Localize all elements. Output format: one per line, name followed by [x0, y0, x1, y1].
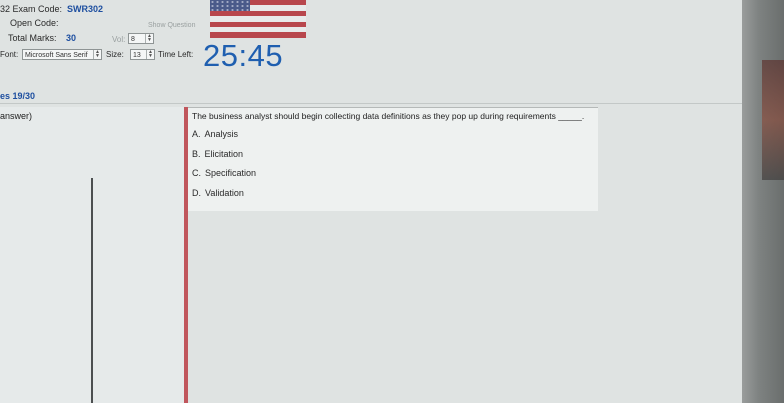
total-marks-value: 30 [66, 33, 77, 43]
vol-label: Vol: [112, 35, 126, 44]
option-letter: B. [192, 149, 201, 159]
question-panel-border [188, 107, 598, 108]
time-left-label: Time Left: [158, 50, 194, 59]
divider [0, 103, 742, 104]
spin-arrows-icon[interactable]: ▲ ▼ [146, 50, 154, 59]
spin-arrows-icon[interactable]: ▲ ▼ [145, 34, 153, 43]
total-marks-label: Total Marks: [8, 33, 57, 43]
spin-arrows-icon[interactable]: ▲ ▼ [93, 50, 101, 59]
exam-code-value: SWR302 [67, 4, 104, 14]
option-text: Validation [205, 188, 244, 198]
option-text: Analysis [204, 129, 239, 139]
question-progress: es 19/30 [0, 91, 36, 101]
option-letter: C. [192, 168, 201, 178]
open-code-label: Open Code: [10, 18, 59, 28]
option-letter: A. [192, 129, 201, 139]
option-c[interactable]: C. Specification [192, 168, 256, 178]
us-flag-icon [210, 0, 306, 38]
show-question-button[interactable]: Show Question [148, 22, 195, 29]
question-text: The business analyst should begin collec… [192, 111, 585, 121]
size-value: 13 [133, 52, 141, 59]
size-stepper[interactable]: 13 ▲ ▼ [130, 49, 155, 60]
option-text: Elicitation [204, 149, 244, 159]
question-panel [188, 107, 598, 211]
option-a[interactable]: A. Analysis [192, 129, 238, 139]
option-d[interactable]: D. Validation [192, 188, 244, 198]
exam-code-label: 32 Exam Code: [0, 4, 63, 14]
font-label: Font: [0, 50, 19, 59]
countdown-timer: 25:45 [203, 38, 284, 73]
size-label: Size: [106, 50, 124, 59]
answer-panel-label: answer) [0, 111, 33, 121]
exam-window: 32 Exam Code: SWR302 Open Code: Show Que… [0, 0, 742, 403]
option-text: Specification [205, 168, 257, 178]
font-select-value: Microsoft Sans Serif [25, 52, 88, 59]
flag-canton [210, 0, 250, 11]
scrollbar[interactable] [91, 178, 93, 403]
bezel-reflection [762, 60, 784, 180]
volume-stepper[interactable]: 8 ▲ ▼ [128, 33, 154, 44]
option-letter: D. [192, 188, 201, 198]
volume-value: 8 [131, 36, 135, 43]
option-b[interactable]: B. Elicitation [192, 149, 243, 159]
font-select[interactable]: Microsoft Sans Serif ▲ ▼ [22, 49, 102, 60]
